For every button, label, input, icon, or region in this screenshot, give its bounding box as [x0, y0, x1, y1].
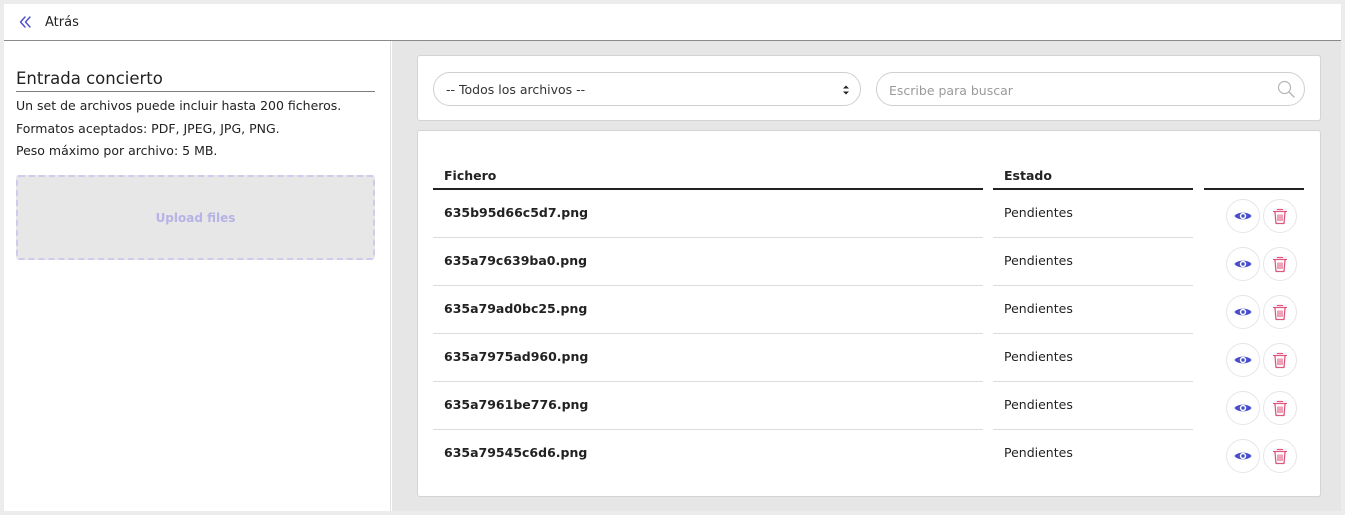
chevron-double-left-icon: [19, 16, 31, 28]
eye-icon: [1234, 212, 1252, 220]
search-input[interactable]: [889, 81, 1269, 99]
trash-icon: [1272, 400, 1288, 417]
trash-icon: [1272, 448, 1288, 465]
file-status: Pendientes: [1004, 445, 1073, 460]
search-box: [876, 72, 1305, 106]
file-status: Pendientes: [1004, 205, 1073, 220]
table-row: 635a7975ad960.png Pendientes: [418, 334, 1322, 382]
select-arrows-icon: [843, 85, 849, 95]
table-row: 635a7961be776.png Pendientes: [418, 382, 1322, 430]
filter-bar: -- Todos los archivos --: [417, 55, 1321, 121]
back-label: Atrás: [45, 14, 79, 30]
table-row: 635b95d66c5d7.png Pendientes: [418, 190, 1322, 238]
file-name: 635a79545c6d6.png: [444, 445, 588, 460]
delete-button[interactable]: [1263, 199, 1297, 233]
table-row: 635a79545c6d6.png Pendientes: [418, 430, 1322, 478]
eye-icon: [1234, 452, 1252, 460]
info-max-files: Un set de archivos puede incluir hasta 2…: [16, 98, 342, 113]
file-name: 635a7961be776.png: [444, 397, 589, 412]
files-table: Fichero Estado 635b95d66c5d7.png Pendien…: [417, 130, 1321, 497]
delete-button[interactable]: [1263, 343, 1297, 377]
eye-icon: [1234, 404, 1252, 412]
upload-label: Upload files: [155, 210, 236, 225]
trash-icon: [1272, 304, 1288, 321]
info-max-size: Peso máximo por archivo: 5 MB.: [16, 143, 218, 158]
file-name: 635a79ad0bc25.png: [444, 301, 588, 316]
file-status: Pendientes: [1004, 349, 1073, 364]
view-button[interactable]: [1226, 391, 1260, 425]
file-status: Pendientes: [1004, 301, 1073, 316]
trash-icon: [1272, 256, 1288, 273]
view-button[interactable]: [1226, 247, 1260, 281]
file-name: 635b95d66c5d7.png: [444, 205, 589, 220]
delete-button[interactable]: [1263, 247, 1297, 281]
trash-icon: [1272, 208, 1288, 225]
view-button[interactable]: [1226, 199, 1260, 233]
file-filter-select[interactable]: -- Todos los archivos --: [433, 72, 861, 106]
column-header-status: Estado: [1004, 168, 1052, 183]
file-status: Pendientes: [1004, 253, 1073, 268]
table-row: 635a79ad0bc25.png Pendientes: [418, 286, 1322, 334]
search-icon[interactable]: [1276, 79, 1296, 99]
delete-button[interactable]: [1263, 295, 1297, 329]
panel-title: Entrada concierto: [16, 69, 375, 92]
trash-icon: [1272, 352, 1288, 369]
file-name: 635a7975ad960.png: [444, 349, 589, 364]
view-button[interactable]: [1226, 295, 1260, 329]
files-area: -- Todos los archivos -- Fichero Estado: [392, 41, 1341, 511]
delete-button[interactable]: [1263, 439, 1297, 473]
info-formats: Formatos aceptados: PDF, JPEG, JPG, PNG.: [16, 121, 280, 136]
view-button[interactable]: [1226, 343, 1260, 377]
delete-button[interactable]: [1263, 391, 1297, 425]
back-button[interactable]: Atrás: [18, 11, 79, 33]
view-button[interactable]: [1226, 439, 1260, 473]
file-filter-value: -- Todos los archivos --: [446, 81, 586, 97]
eye-icon: [1234, 260, 1252, 268]
top-bar: Atrás: [4, 4, 1341, 41]
eye-icon: [1234, 356, 1252, 364]
file-status: Pendientes: [1004, 397, 1073, 412]
file-name: 635a79c639ba0.png: [444, 253, 588, 268]
upload-dropzone[interactable]: Upload files: [16, 175, 375, 260]
upload-panel: Entrada concierto Un set de archivos pue…: [4, 41, 391, 511]
eye-icon: [1234, 308, 1252, 316]
table-row: 635a79c639ba0.png Pendientes: [418, 238, 1322, 286]
app-frame: Atrás Entrada concierto Un set de archiv…: [4, 4, 1341, 511]
column-header-file: Fichero: [444, 168, 497, 183]
